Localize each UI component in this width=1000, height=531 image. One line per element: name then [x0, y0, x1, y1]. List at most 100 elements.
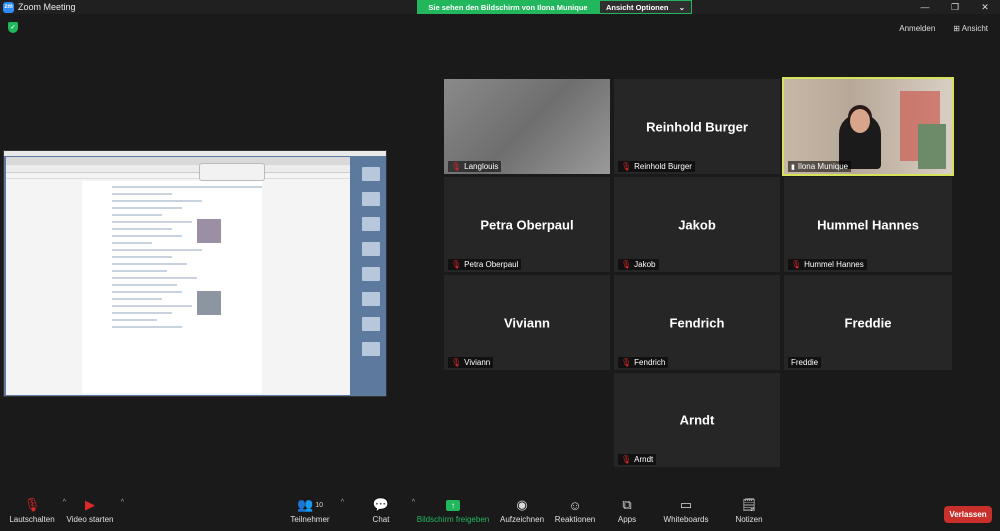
chevron-up-icon[interactable]: ^	[341, 499, 344, 506]
participants-label: Teilnehmer	[290, 515, 330, 524]
mute-label: Lautschalten	[9, 515, 55, 524]
participant-tile-active-speaker[interactable]: ▮ Ilona Munique	[782, 77, 954, 176]
meeting-toolbar: 🎙 Lautschalten ^ ▶ Video starten ^ 👥 10 T…	[0, 493, 1000, 531]
participant-label: 🎙 Hummel Hannes	[788, 259, 867, 270]
participant-tile[interactable]: Hummel Hannes 🎙 Hummel Hannes	[784, 177, 952, 272]
notes-label: Notizen	[735, 515, 763, 524]
share-screen-icon: ↑	[412, 495, 494, 515]
mic-muted-icon: 🎙	[621, 455, 632, 464]
chat-icon: 💬	[372, 497, 390, 512]
minimize-icon[interactable]: —	[910, 0, 940, 14]
window-title: Zoom Meeting	[18, 2, 76, 12]
chat-label: Chat	[372, 515, 390, 524]
close-icon[interactable]: ✕	[970, 0, 1000, 14]
video-label: Video starten	[66, 515, 114, 524]
participant-name: Freddie	[844, 315, 892, 330]
notes-icon: 🗒	[740, 497, 758, 512]
security-shield-icon[interactable]: ✓	[8, 22, 18, 33]
grid-view-icon: ⊞	[953, 24, 962, 33]
shared-screen[interactable]	[3, 150, 387, 397]
view-options-label: Ansicht Optionen	[606, 2, 669, 12]
participant-tile[interactable]: Viviann 🎙 Viviann	[444, 275, 610, 370]
mic-muted-icon: 🎙	[621, 162, 632, 171]
browser-url-bar	[6, 165, 350, 173]
participant-name: Jakob	[678, 217, 716, 232]
mic-muted-icon: 🎙	[451, 162, 462, 171]
apps-button[interactable]: ⧉ Apps	[597, 495, 657, 524]
participant-video	[784, 79, 952, 174]
participants-icon: 👥 10	[297, 497, 323, 512]
reactions-label: Reaktionen	[554, 515, 596, 524]
participant-tile[interactable]: Arndt 🎙 Arndt	[614, 373, 780, 467]
record-button[interactable]: ◉ Aufzeichnen	[492, 495, 552, 524]
mic-muted-icon: 🎙	[621, 260, 632, 269]
participant-label: 🎙 Reinhold Burger	[618, 161, 695, 172]
participant-name: Arndt	[679, 412, 715, 428]
mac-menu-bar	[4, 151, 386, 156]
mic-muted-icon: 🎙	[791, 260, 802, 269]
participant-label: 🎙 Jakob	[618, 259, 659, 270]
emoji-icon: ☺	[568, 497, 582, 513]
participant-tile[interactable]: Fendrich 🎙 Fendrich	[614, 275, 780, 370]
view-options-button[interactable]: Ansicht Optionen ⌄	[599, 0, 692, 14]
participants-button[interactable]: 👥 10 Teilnehmer ^	[280, 495, 344, 524]
shared-document-page	[82, 181, 262, 393]
mic-muted-icon: 🎙	[621, 358, 632, 367]
chat-button[interactable]: 💬 Chat ^	[351, 495, 415, 524]
apps-icon: ⧉	[622, 497, 632, 512]
chevron-down-icon: ⌄	[678, 2, 685, 12]
participant-tile[interactable]: Freddie Freddie	[784, 275, 952, 370]
share-label: Bildschirm freigeben	[416, 515, 490, 524]
mac-notification	[199, 163, 265, 181]
zoom-window: zm Zoom Meeting Sie sehen den Bildschirm…	[0, 0, 1000, 531]
participant-tile[interactable]: Jakob 🎙 Jakob	[614, 177, 780, 272]
participant-tile[interactable]: 🎙 Langlouis	[444, 79, 610, 174]
mic-muted-icon: 🎙	[23, 497, 41, 512]
browser-bookmarks	[6, 173, 350, 179]
view-label: Ansicht	[961, 24, 988, 33]
participant-name: Petra Oberpaul	[480, 217, 574, 232]
whiteboards-label: Whiteboards	[663, 515, 709, 524]
top-right-controls: Anmelden ⊞ Ansicht	[895, 22, 992, 35]
participant-label: 🎙 Langlouis	[448, 161, 502, 172]
blurred-video	[444, 79, 610, 174]
video-off-icon: ▶	[85, 497, 95, 512]
notes-button[interactable]: 🗒 Notizen	[719, 495, 779, 524]
participant-name: Hummel Hannes	[817, 217, 919, 232]
participant-tile[interactable]: Petra Oberpaul 🎙 Petra Oberpaul	[444, 177, 610, 272]
participant-label: ▮ Ilona Munique	[788, 161, 852, 172]
view-button[interactable]: ⊞ Ansicht	[949, 22, 992, 35]
signin-button[interactable]: Anmelden	[895, 22, 939, 35]
record-icon: ◉	[516, 497, 528, 512]
whiteboards-button[interactable]: ▭ Whiteboards	[656, 495, 716, 524]
start-video-button[interactable]: ▶ Video starten ^	[60, 495, 125, 524]
share-banner: Sie sehen den Bildschirm von Ilona Muniq…	[417, 0, 692, 14]
apps-label: Apps	[617, 515, 637, 524]
reactions-button[interactable]: ☺ Reaktionen	[545, 495, 605, 525]
participant-label: 🎙 Arndt	[618, 454, 657, 465]
maximize-icon[interactable]: ❐	[940, 0, 970, 14]
share-banner-text: Sie sehen den Bildschirm von Ilona Muniq…	[417, 0, 599, 14]
participant-name: Reinhold Burger	[646, 119, 748, 134]
mic-muted-icon: 🎙	[451, 260, 462, 269]
desktop-icons	[362, 167, 380, 367]
mute-button[interactable]: 🎙 Lautschalten ^	[2, 495, 66, 524]
zoom-logo-icon: zm	[3, 1, 14, 13]
share-screen-button[interactable]: ↑ Bildschirm freigeben	[412, 495, 494, 524]
shared-browser-window	[6, 157, 350, 395]
participant-label: 🎙 Petra Oberpaul	[448, 259, 522, 270]
signal-bars-icon: ▮	[791, 163, 795, 171]
leave-button[interactable]: Verlassen	[944, 506, 992, 523]
participant-label: Freddie	[788, 357, 822, 368]
participant-tile[interactable]: Reinhold Burger 🎙 Reinhold Burger	[614, 79, 780, 174]
document-image-flower	[197, 219, 221, 243]
document-image-landscape	[197, 291, 221, 315]
chevron-up-icon[interactable]: ^	[121, 499, 124, 506]
participant-label: 🎙 Fendrich	[618, 357, 669, 368]
whiteboard-icon: ▭	[679, 497, 693, 512]
browser-tabs	[6, 157, 350, 165]
participant-label: 🎙 Viviann	[448, 357, 494, 368]
window-controls: — ❐ ✕	[910, 0, 1000, 14]
participant-name: Fendrich	[669, 315, 725, 330]
participant-name: Viviann	[503, 315, 550, 330]
